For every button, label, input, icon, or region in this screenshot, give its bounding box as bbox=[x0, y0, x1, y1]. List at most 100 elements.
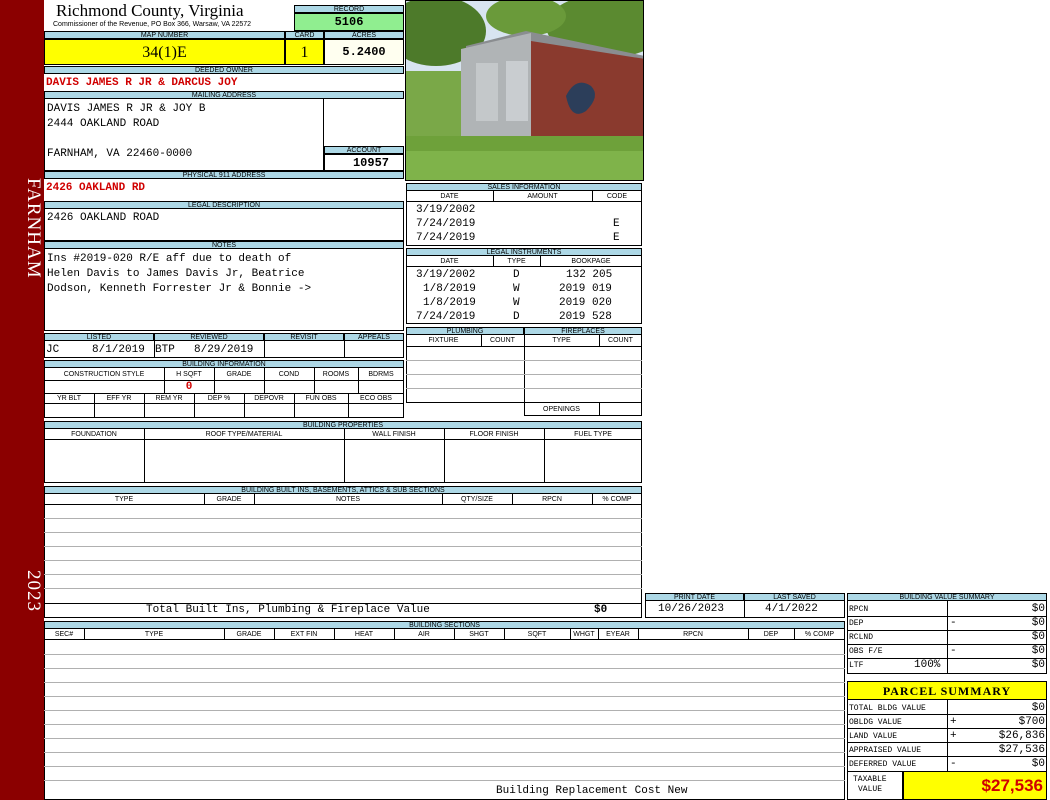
col-construction-style: CONSTRUCTION STYLE bbox=[63, 371, 145, 378]
listed-date: 8/1/2019 bbox=[92, 344, 145, 356]
sec-col-sec: SEC# bbox=[54, 631, 74, 638]
col-dep-pct: DEP % bbox=[207, 395, 231, 402]
col-cond: COND bbox=[278, 371, 300, 378]
prop-col-floor: FLOOR FINISH bbox=[469, 431, 519, 438]
reviewed-date: 8/29/2019 bbox=[194, 344, 254, 356]
bi-col-qty: QTY/SIZE bbox=[461, 496, 493, 503]
instr-row-2-type: W bbox=[513, 283, 520, 295]
sales-header: SALES INFORMATION bbox=[406, 183, 642, 191]
print-date-header: PRINT DATE bbox=[645, 593, 744, 601]
instr-row-4-book: 2019 528 bbox=[559, 311, 612, 323]
parcel-summary-header: PARCEL SUMMARY bbox=[847, 681, 1047, 700]
sec-col-comp: % COMP bbox=[804, 631, 835, 638]
sec-col-rpcn: RPCN bbox=[683, 631, 703, 638]
reviewed-header: REVIEWED bbox=[154, 333, 264, 341]
instr-row-3-book: 2019 020 bbox=[559, 297, 612, 309]
year-label: 2023 bbox=[23, 570, 44, 612]
ps-row-1-value: $0 bbox=[1031, 702, 1045, 714]
builtins-header: BUILDING BUILT INS, BASEMENTS, ATTICS & … bbox=[44, 486, 642, 494]
commissioner-address: Commissioner of the Revenue, PO Box 366,… bbox=[53, 21, 252, 28]
bi-col-grade: GRADE bbox=[216, 496, 242, 503]
instr-row-3-type: W bbox=[513, 297, 520, 309]
instruments-header: LEGAL INSTRUMENTS bbox=[406, 248, 642, 256]
sales-col-code: CODE bbox=[606, 193, 628, 200]
sales-row-2-code: E bbox=[613, 218, 620, 230]
vs-row-1-label: RPCN bbox=[849, 605, 869, 614]
map-number-value: 34(1)E bbox=[44, 39, 285, 65]
mailing-line-4: FARNHAM, VA 22460-0000 bbox=[47, 148, 193, 160]
instr-col-date: DATE bbox=[440, 258, 459, 265]
notes-line-2: Helen Davis to James Davis Jr, Beatrice bbox=[47, 268, 305, 280]
card-header: CARD bbox=[285, 31, 324, 39]
bi-col-rpcn: RPCN bbox=[542, 496, 562, 503]
prop-col-wall: WALL FINISH bbox=[372, 431, 416, 438]
vs-row-2-label: DEP bbox=[849, 619, 864, 628]
sidebar: FARNHAM 2023 bbox=[0, 0, 44, 800]
col-grade: GRADE bbox=[226, 371, 252, 378]
acres-header: ACRES bbox=[324, 31, 404, 39]
deeded-owner-value: DAVIS JAMES R JR & DARCUS JOY bbox=[46, 77, 238, 89]
sec-col-dep: DEP bbox=[763, 631, 779, 638]
plumbing-col-fixture: FIXTURE bbox=[428, 337, 459, 344]
instr-row-1-book: 132 205 bbox=[566, 269, 613, 281]
vs-row-3-value: $0 bbox=[1031, 631, 1045, 643]
last-saved-date: 4/1/2022 bbox=[765, 603, 818, 615]
card-value: 1 bbox=[285, 39, 324, 65]
fireplaces-table bbox=[524, 335, 642, 416]
sec-col-sqft: SQFT bbox=[527, 631, 547, 638]
vs-row-5-value: $0 bbox=[1031, 659, 1045, 671]
taxable-label-1: TAXABLE bbox=[853, 775, 887, 784]
account-value: 10957 bbox=[324, 154, 404, 171]
district-label: FARNHAM bbox=[23, 178, 44, 279]
bi-col-comp: % COMP bbox=[602, 496, 632, 503]
instr-row-1-type: D bbox=[513, 269, 520, 281]
vs-row-5-sign: 100% bbox=[914, 659, 941, 671]
ps-row-1-label: TOTAL BLDG VALUE bbox=[849, 704, 926, 713]
builtins-total-value: $0 bbox=[594, 604, 608, 616]
col-yr-blt: YR BLT bbox=[57, 395, 81, 402]
sales-row-3-code: E bbox=[613, 232, 620, 244]
col-eff-yr: EFF YR bbox=[106, 395, 132, 402]
last-saved-header: LAST SAVED bbox=[744, 593, 845, 601]
plumbing-col-count: COUNT bbox=[490, 337, 515, 344]
sales-row-3-date: 7/24/2019 bbox=[416, 232, 476, 244]
barn-photo-icon bbox=[406, 1, 643, 180]
notes-line-1: Ins #2019-020 R/E aff due to death of bbox=[47, 253, 292, 265]
vs-row-1-value: $0 bbox=[1031, 603, 1045, 615]
mailing-address-header: MAILING ADDRESS bbox=[44, 91, 404, 99]
account-header: ACCOUNT bbox=[324, 146, 404, 154]
sales-row-2-date: 7/24/2019 bbox=[416, 218, 476, 230]
vs-row-4-label: OBS F/E bbox=[849, 647, 883, 656]
builtins-total-label: Total Built Ins, Plumbing & Fireplace Va… bbox=[146, 604, 430, 616]
sec-col-type: TYPE bbox=[144, 631, 164, 638]
listed-header: LISTED bbox=[44, 333, 154, 341]
sec-col-air: AIR bbox=[418, 631, 430, 638]
bi-col-type: TYPE bbox=[114, 496, 134, 503]
sales-row-1-date: 3/19/2002 bbox=[416, 204, 476, 216]
instr-col-bookpage: BOOKPAGE bbox=[571, 258, 611, 265]
mailing-line-1: DAVIS JAMES R JR & JOY B bbox=[47, 103, 206, 115]
prop-col-foundation: FOUNDATION bbox=[71, 431, 117, 438]
vs-row-5-label: LTF bbox=[849, 661, 864, 670]
col-rooms: ROOMS bbox=[322, 371, 350, 378]
county-title: Richmond County, Virginia bbox=[56, 1, 244, 20]
ps-row-5-label: DEFERRED VALUE bbox=[849, 760, 917, 769]
sec-col-heat: HEAT bbox=[354, 631, 374, 638]
sec-col-grade: GRADE bbox=[236, 631, 262, 638]
instr-row-2-date: 1/8/2019 bbox=[423, 283, 476, 295]
notes-line-3: Dodson, Kenneth Forrester Jr & Bonnie -> bbox=[47, 283, 312, 295]
properties-header: BUILDING PROPERTIES bbox=[44, 421, 642, 429]
legal-description-header: LEGAL DESCRIPTION bbox=[44, 201, 404, 209]
instr-row-1-date: 3/19/2002 bbox=[416, 269, 476, 281]
sales-col-amount: AMOUNT bbox=[527, 193, 558, 200]
taxable-value: $27,536 bbox=[903, 772, 1047, 800]
listed-by: JC bbox=[46, 344, 60, 356]
instr-row-4-type: D bbox=[513, 311, 520, 323]
map-number-header: MAP NUMBER bbox=[44, 31, 285, 39]
ps-row-4-label: APPRAISED VALUE bbox=[849, 746, 922, 755]
physical-address-header: PHYSICAL 911 ADDRESS bbox=[44, 171, 404, 179]
replacement-cost-label: Building Replacement Cost New bbox=[496, 785, 688, 797]
sections-header: BUILDING SECTIONS bbox=[44, 621, 845, 629]
acres-value: 5.2400 bbox=[324, 39, 404, 65]
taxable-label-2: VALUE bbox=[858, 785, 883, 794]
